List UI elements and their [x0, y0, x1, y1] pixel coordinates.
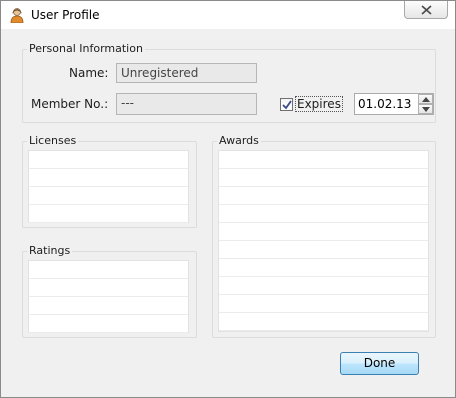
- ratings-list[interactable]: [28, 260, 189, 333]
- list-item[interactable]: [29, 261, 188, 279]
- list-item[interactable]: [219, 295, 428, 313]
- spin-up-button[interactable]: [418, 94, 433, 104]
- close-icon: [421, 5, 432, 15]
- licenses-list[interactable]: [28, 150, 189, 223]
- group-label: Awards: [217, 134, 261, 147]
- spin-up-icon: [422, 97, 430, 102]
- list-item[interactable]: [29, 169, 188, 187]
- list-item[interactable]: [219, 187, 428, 205]
- list-item[interactable]: [29, 205, 188, 223]
- list-item[interactable]: [29, 151, 188, 169]
- checkmark-icon: [282, 100, 292, 110]
- list-item[interactable]: [29, 315, 188, 333]
- window-title: User Profile: [31, 8, 100, 22]
- list-item[interactable]: [219, 223, 428, 241]
- user-icon: [9, 7, 25, 24]
- list-item[interactable]: [29, 187, 188, 205]
- expires-checkbox[interactable]: [280, 98, 293, 111]
- group-label: Licenses: [27, 134, 79, 147]
- name-field[interactable]: Unregistered: [116, 63, 257, 83]
- list-item[interactable]: [219, 277, 428, 295]
- name-label: Name:: [69, 66, 109, 80]
- user-profile-window: User Profile Personal Information Name: …: [0, 0, 456, 398]
- list-item[interactable]: [29, 279, 188, 297]
- spin-down-button[interactable]: [418, 104, 433, 114]
- awards-list[interactable]: [218, 150, 429, 332]
- done-button[interactable]: Done: [340, 352, 419, 375]
- member-number-field[interactable]: ---: [116, 93, 257, 115]
- group-label: Ratings: [27, 244, 73, 257]
- spin-down-icon: [422, 107, 430, 112]
- title-bar: User Profile: [1, 1, 455, 29]
- expires-label[interactable]: Expires: [295, 96, 343, 112]
- list-item[interactable]: [219, 169, 428, 187]
- list-item[interactable]: [219, 151, 428, 169]
- list-item[interactable]: [219, 205, 428, 223]
- group-label: Personal Information: [27, 42, 145, 55]
- list-item[interactable]: [29, 297, 188, 315]
- member-number-label: Member No.:: [31, 97, 109, 111]
- close-button[interactable]: [404, 1, 448, 19]
- list-item[interactable]: [219, 259, 428, 277]
- list-item[interactable]: [219, 241, 428, 259]
- list-item[interactable]: [219, 313, 428, 331]
